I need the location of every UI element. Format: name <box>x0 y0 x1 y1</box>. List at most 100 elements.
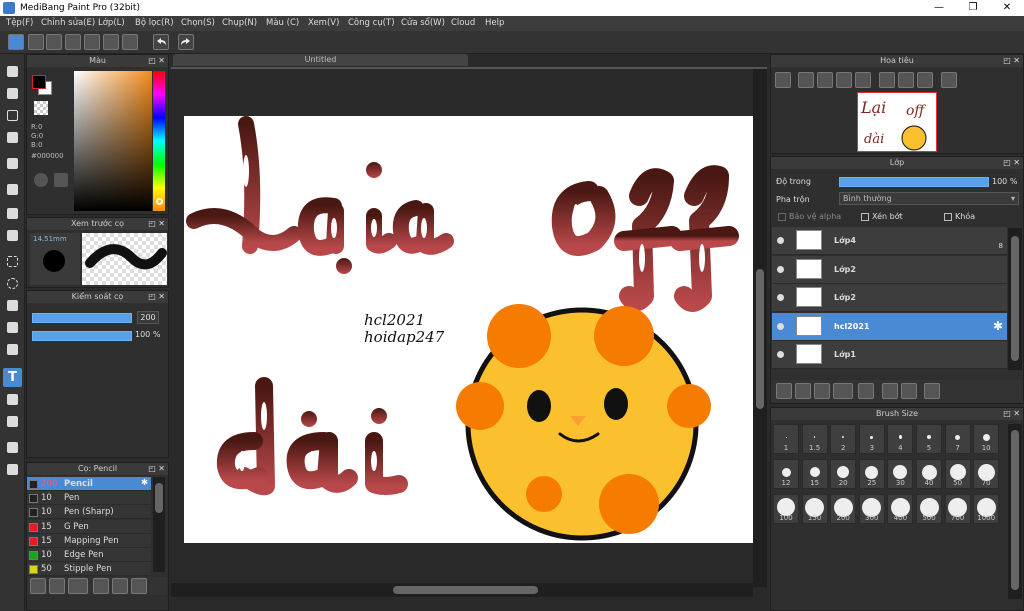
comment-icon[interactable] <box>46 34 62 50</box>
magic-wand-tool-icon[interactable] <box>3 296 22 315</box>
menu-cloud[interactable]: Cloud <box>451 18 475 28</box>
layer-row[interactable]: Lớp4 8 <box>772 227 1007 255</box>
layer-add-menu-icon[interactable] <box>833 383 853 399</box>
gear-icon[interactable]: ✱ <box>993 319 1003 333</box>
eye-icon[interactable] <box>777 322 784 330</box>
layer-row[interactable]: hcl2021 ✱ <box>772 312 1007 341</box>
hue-handle[interactable] <box>156 198 163 205</box>
color-settings-icon[interactable] <box>54 173 68 187</box>
saturation-value-picker[interactable] <box>74 71 152 211</box>
select-pen-tool-icon[interactable] <box>3 318 22 337</box>
brush-size-preset[interactable]: 15 <box>801 459 828 489</box>
new-layer-icon[interactable] <box>776 383 792 399</box>
zoom-in-icon[interactable] <box>775 72 791 88</box>
merge-layer-icon[interactable] <box>901 383 917 399</box>
menu-layer[interactable]: Lớp(L) <box>98 18 125 28</box>
panel-controls-icon[interactable]: ◰ ✕ <box>1003 157 1020 169</box>
fill-rect-tool-icon[interactable] <box>3 180 22 199</box>
layer-row[interactable]: Lớp1 <box>772 341 1007 370</box>
menu-window[interactable]: Cửa sổ(W) <box>401 18 445 28</box>
document-tab[interactable]: Untitled <box>173 54 468 66</box>
layer-folder-icon[interactable] <box>858 383 874 399</box>
select-rect-tool-icon[interactable] <box>3 252 22 271</box>
brush-size-preset[interactable]: 5 <box>916 424 942 454</box>
shape-tool-icon[interactable] <box>3 106 22 125</box>
zoom-in-alt-icon[interactable] <box>798 72 814 88</box>
canvas-vertical-scrollbar[interactable] <box>753 69 767 587</box>
pen-list-item[interactable]: 50 Stipple Pen <box>27 562 151 577</box>
eraser-tool-icon[interactable] <box>3 84 22 103</box>
brush-size-preset[interactable]: 150 <box>801 494 828 524</box>
pen-list-item[interactable]: 10 Pen (Sharp) <box>27 505 151 520</box>
pen-list-item[interactable]: 200 Pencil ✱ <box>27 477 151 491</box>
brush-size-preset[interactable]: 500 <box>916 494 942 524</box>
hand-tool-icon[interactable] <box>3 460 22 479</box>
lock-checkbox[interactable] <box>944 213 952 221</box>
navigator-thumbnail[interactable]: Lại off dài <box>857 92 937 152</box>
lasso-tool-icon[interactable] <box>3 274 22 293</box>
layer-opacity-slider[interactable] <box>839 177 989 187</box>
brush-size-preset[interactable]: 400 <box>887 494 914 524</box>
menu-file[interactable]: Tệp(F) <box>6 18 33 28</box>
pen-list-item[interactable]: 10 Pen <box>27 491 151 506</box>
clipping-checkbox[interactable] <box>861 213 869 221</box>
brush-size-preset[interactable]: 70 <box>973 459 1000 489</box>
brush-size-preset[interactable]: 3 <box>858 424 885 454</box>
menu-view[interactable]: Xem(V) <box>308 18 339 28</box>
bucket-tool-icon[interactable] <box>3 204 22 223</box>
brush-size-scrollbar[interactable] <box>1008 424 1022 599</box>
hue-slider[interactable] <box>153 71 165 211</box>
gear-icon[interactable]: ✱ <box>141 478 148 488</box>
fit-icon[interactable] <box>817 72 833 88</box>
rotate-left-icon[interactable] <box>879 72 895 88</box>
text-tool-icon[interactable]: T <box>3 368 22 387</box>
pen-list-item[interactable]: 15 Mapping Pen <box>27 533 151 548</box>
message-icon[interactable] <box>65 34 81 50</box>
pen-list-scroll-thumb[interactable] <box>155 483 163 513</box>
menu-help[interactable]: Help <box>485 18 504 28</box>
brush-size-value[interactable]: 200 <box>137 311 159 324</box>
menu-capture[interactable]: Chụp(N) <box>222 18 257 28</box>
brush-size-preset[interactable]: 1 <box>773 424 799 454</box>
rotate-right-icon[interactable] <box>917 72 933 88</box>
brush-size-preset[interactable]: 200 <box>830 494 857 524</box>
layer-row[interactable]: Lớp2 <box>772 255 1007 284</box>
undo-icon[interactable] <box>153 34 169 50</box>
minimize-button[interactable]: — <box>922 0 956 16</box>
select-eraser-tool-icon[interactable] <box>3 340 22 359</box>
list-icon[interactable] <box>103 34 119 50</box>
restore-button[interactable]: ❐ <box>956 0 990 16</box>
canvas-horizontal-scroll-thumb[interactable] <box>393 586 538 594</box>
close-button[interactable]: ✕ <box>990 0 1024 16</box>
redo-icon[interactable] <box>178 34 194 50</box>
blend-mode-select[interactable]: Bình thường ▾ <box>839 192 1019 205</box>
brush-size-preset[interactable]: 2 <box>830 424 857 454</box>
palette-icon[interactable] <box>34 173 48 187</box>
cloud-icon[interactable] <box>8 34 24 50</box>
brush-size-preset[interactable]: 300 <box>858 494 885 524</box>
zoom-out-icon[interactable] <box>836 72 852 88</box>
brush-size-preset[interactable]: 10 <box>973 424 1000 454</box>
grid-icon[interactable] <box>122 34 138 50</box>
menu-tools[interactable]: Công cụ(T) <box>348 18 395 28</box>
protect-alpha-checkbox[interactable] <box>778 213 786 221</box>
brush-size-preset[interactable]: 7 <box>944 424 971 454</box>
new-8bit-layer-icon[interactable] <box>795 383 811 399</box>
brush-size-scroll-thumb[interactable] <box>1011 430 1019 590</box>
brush-folder-icon[interactable] <box>112 578 128 594</box>
operation-tool-icon[interactable] <box>3 390 22 409</box>
brush-tool-icon[interactable] <box>3 62 22 81</box>
brush-size-preset[interactable]: 700 <box>944 494 971 524</box>
layer-list-scroll-thumb[interactable] <box>1011 236 1019 361</box>
menu-select[interactable]: Chọn(S) <box>181 18 215 28</box>
brush-size-slider[interactable] <box>32 313 132 323</box>
canvas-vertical-scroll-thumb[interactable] <box>756 269 764 409</box>
brush-size-preset[interactable]: 20 <box>830 459 857 489</box>
add-brush-icon[interactable] <box>30 578 46 594</box>
panel-controls-icon[interactable]: ◰ ✕ <box>148 463 165 475</box>
delete-layer-icon[interactable] <box>924 383 940 399</box>
brush-settings-icon[interactable] <box>93 578 109 594</box>
pen-path-tool-icon[interactable] <box>3 128 22 147</box>
move-tool-icon[interactable] <box>3 154 22 173</box>
brush-opacity-slider[interactable] <box>32 331 132 341</box>
